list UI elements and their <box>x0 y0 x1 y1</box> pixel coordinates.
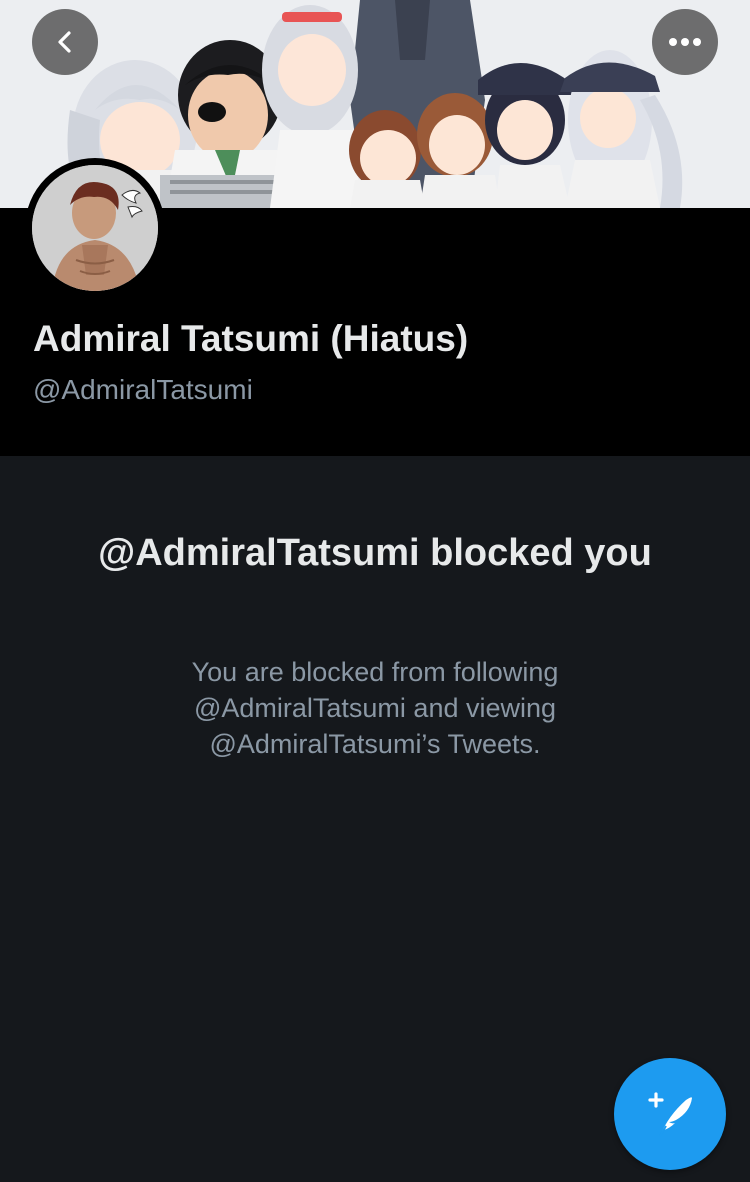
avatar[interactable] <box>25 158 165 298</box>
compose-tweet-icon <box>648 1092 692 1137</box>
compose-tweet-button[interactable] <box>614 1058 726 1170</box>
profile-handle: @AdmiralTatsumi <box>33 374 253 405</box>
more-options-button[interactable] <box>652 9 718 75</box>
blocked-description: You are blocked from following @AdmiralT… <box>191 657 559 759</box>
blocked-title: @AdmiralTatsumi blocked you <box>98 532 652 574</box>
more-horizontal-icon <box>669 38 701 46</box>
avatar-image <box>32 165 158 291</box>
profile-page: Admiral Tatsumi (Hiatus) @AdmiralTatsumi… <box>0 0 750 1182</box>
chevron-left-icon <box>58 31 71 53</box>
profile-display-name: Admiral Tatsumi (Hiatus) <box>33 318 469 359</box>
back-button[interactable] <box>32 9 98 75</box>
